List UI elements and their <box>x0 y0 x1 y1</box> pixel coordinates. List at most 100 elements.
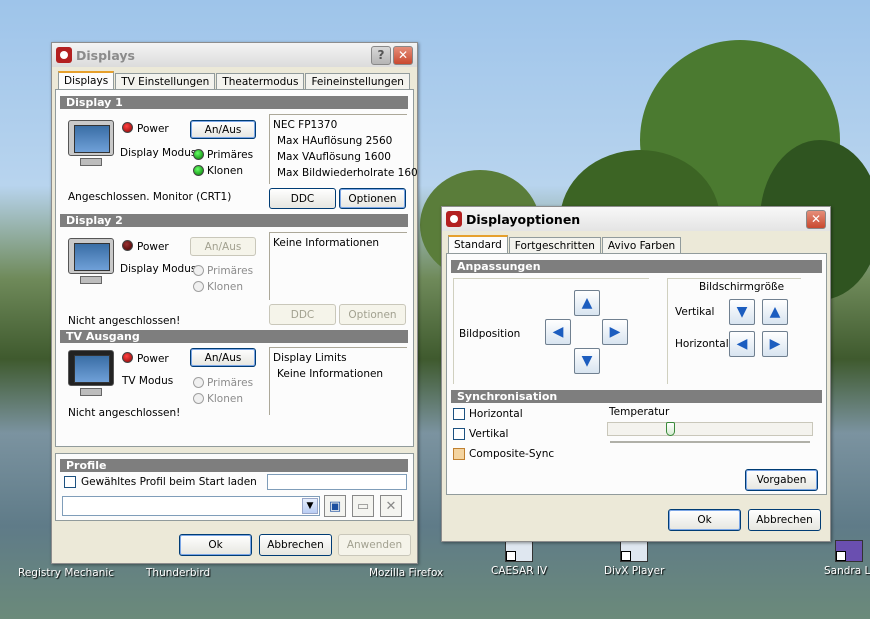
display2-onoff-button[interactable]: An/Aus <box>190 237 256 256</box>
shortcut-icon <box>505 540 534 562</box>
info-line: Keine Informationen <box>273 237 380 249</box>
horizontal-label: Horizontal <box>675 338 729 350</box>
desktop-icon-label: Thunderbird <box>146 567 211 579</box>
size-vertical-down-icon[interactable]: ▼ <box>729 299 755 325</box>
tv-mode-label: TV Modus <box>122 375 174 387</box>
load-profile-label: Gewähltes Profil beim Start laden <box>81 476 257 488</box>
primary-radio[interactable] <box>193 377 204 388</box>
desktop-icon-label: CAESAR IV <box>491 565 548 577</box>
desktop-icon-divx[interactable]: DivX Player <box>604 540 664 577</box>
display2-ddc-button[interactable]: DDC <box>269 304 336 325</box>
tab-advanced[interactable]: Fortgeschritten <box>508 237 601 254</box>
display1-options-button[interactable]: Optionen <box>339 188 406 209</box>
apply-button[interactable]: Anwenden <box>338 534 411 556</box>
tab-avivo-colors[interactable]: Avivo Farben <box>601 237 682 254</box>
display2-header: Display 2 <box>60 214 408 227</box>
tv-onoff-button[interactable]: An/Aus <box>190 348 256 367</box>
display-mode-label: Display Modus <box>120 147 197 159</box>
desktop-icon-caesar[interactable]: CAESAR IV <box>491 540 547 577</box>
primary-label: Primäres <box>207 149 254 161</box>
display-mode-label: Display Modus <box>120 263 197 275</box>
sync-horizontal-label: Horizontal <box>469 408 523 420</box>
temperature-slider-thumb[interactable] <box>666 422 675 436</box>
monitor-icon <box>66 236 116 286</box>
sync-vertical-label: Vertikal <box>469 428 509 440</box>
profile-select[interactable]: ▼ <box>62 496 320 516</box>
primary-radio[interactable] <box>193 265 204 276</box>
clone-label: Klonen <box>207 165 243 177</box>
desktop-icon-sandra[interactable]: Sandra Li <box>824 540 870 577</box>
display2-info-box: Keine Informationen <box>269 232 407 300</box>
shortcut-icon <box>620 540 649 562</box>
window-title: Displays <box>76 47 135 63</box>
delete-profile-icon[interactable]: ✕ <box>380 495 402 517</box>
cancel-button[interactable]: Abbrechen <box>748 509 821 531</box>
tab-fine-settings[interactable]: Feineinstellungen <box>305 73 410 90</box>
power-label: Power <box>137 123 169 135</box>
temperature-slider[interactable] <box>607 422 813 436</box>
displays-window: Displays ? ✕ Displays TV Einstellungen T… <box>51 42 418 564</box>
display1-status: Angeschlossen. Monitor (CRT1) <box>68 191 232 203</box>
power-led-icon <box>122 240 133 251</box>
primary-led-icon[interactable] <box>193 149 204 160</box>
temperature-track-line <box>610 441 810 443</box>
close-icon[interactable]: ✕ <box>806 209 826 229</box>
power-label: Power <box>137 241 169 253</box>
info-line: Max VAuflösung 1600 <box>277 151 391 163</box>
options-titlebar[interactable]: Displayoptionen ✕ <box>442 207 830 231</box>
window-title: Displayoptionen <box>466 211 581 227</box>
cancel-button[interactable]: Abbrechen <box>259 534 332 556</box>
info-line: NEC FP1370 <box>273 119 338 131</box>
sync-vertical-checkbox[interactable] <box>453 428 465 440</box>
shortcut-icon <box>834 540 863 562</box>
temperature-label: Temperatur <box>609 406 670 418</box>
display-options-window: Displayoptionen ✕ Standard Fortgeschritt… <box>441 206 831 542</box>
ok-button[interactable]: Ok <box>179 534 252 556</box>
displays-titlebar[interactable]: Displays ? ✕ <box>52 43 417 67</box>
display1-onoff-button[interactable]: An/Aus <box>190 120 256 139</box>
options-panel: Anpassungen Bildposition ▲ ◀ ▶ ▼ Bildsch… <box>446 253 827 495</box>
tab-displays[interactable]: Displays <box>58 71 115 90</box>
close-icon[interactable]: ✕ <box>393 45 413 65</box>
display2-options-button[interactable]: Optionen <box>339 304 406 325</box>
power-led-icon <box>122 122 133 133</box>
info-line: Max HAuflösung 2560 <box>277 135 393 147</box>
position-label: Bildposition <box>459 328 521 340</box>
position-up-icon[interactable]: ▲ <box>574 290 600 316</box>
ok-button[interactable]: Ok <box>668 509 741 531</box>
chevron-down-icon[interactable]: ▼ <box>302 498 318 514</box>
position-down-icon[interactable]: ▼ <box>574 348 600 374</box>
profile-name-input[interactable] <box>267 474 407 490</box>
size-horizontal-right-icon[interactable]: ▶ <box>762 331 788 357</box>
sync-header: Synchronisation <box>451 390 822 403</box>
composite-sync-label: Composite-Sync <box>469 448 555 460</box>
tab-standard[interactable]: Standard <box>448 235 508 254</box>
clone-radio[interactable] <box>193 281 204 292</box>
display1-ddc-button[interactable]: DDC <box>269 188 336 209</box>
load-profile-checkbox[interactable] <box>64 476 76 488</box>
size-label: Bildschirmgröße <box>699 281 785 293</box>
tv-icon <box>66 348 116 398</box>
power-label: Power <box>137 353 169 365</box>
clone-radio[interactable] <box>193 393 204 404</box>
position-left-icon[interactable]: ◀ <box>545 319 571 345</box>
displays-panel: Display 1 Power An/Aus Display Modus Pri… <box>55 89 418 447</box>
size-vertical-up-icon[interactable]: ▲ <box>762 299 788 325</box>
display1-header: Display 1 <box>60 96 408 109</box>
profile-panel: Profile Gewähltes Profil beim Start lade… <box>55 453 414 521</box>
primary-label: Primäres <box>207 377 254 389</box>
sync-horizontal-checkbox[interactable] <box>453 408 465 420</box>
size-horizontal-left-icon[interactable]: ◀ <box>729 331 755 357</box>
tv-output-header: TV Ausgang <box>60 330 408 343</box>
position-right-icon[interactable]: ▶ <box>602 319 628 345</box>
defaults-button[interactable]: Vorgaben <box>745 469 818 491</box>
composite-sync-checkbox[interactable] <box>453 448 465 460</box>
clone-led-icon[interactable] <box>193 165 204 176</box>
tab-tv-settings[interactable]: TV Einstellungen <box>115 73 216 90</box>
desktop-icon-label: Registry Mechanic <box>18 567 115 579</box>
tab-theater-mode[interactable]: Theatermodus <box>216 73 305 90</box>
info-line: Display Limits <box>273 352 347 364</box>
help-icon[interactable]: ? <box>371 45 391 65</box>
open-profile-icon[interactable]: ▭ <box>352 495 374 517</box>
save-profile-icon[interactable]: ▣ <box>324 495 346 517</box>
